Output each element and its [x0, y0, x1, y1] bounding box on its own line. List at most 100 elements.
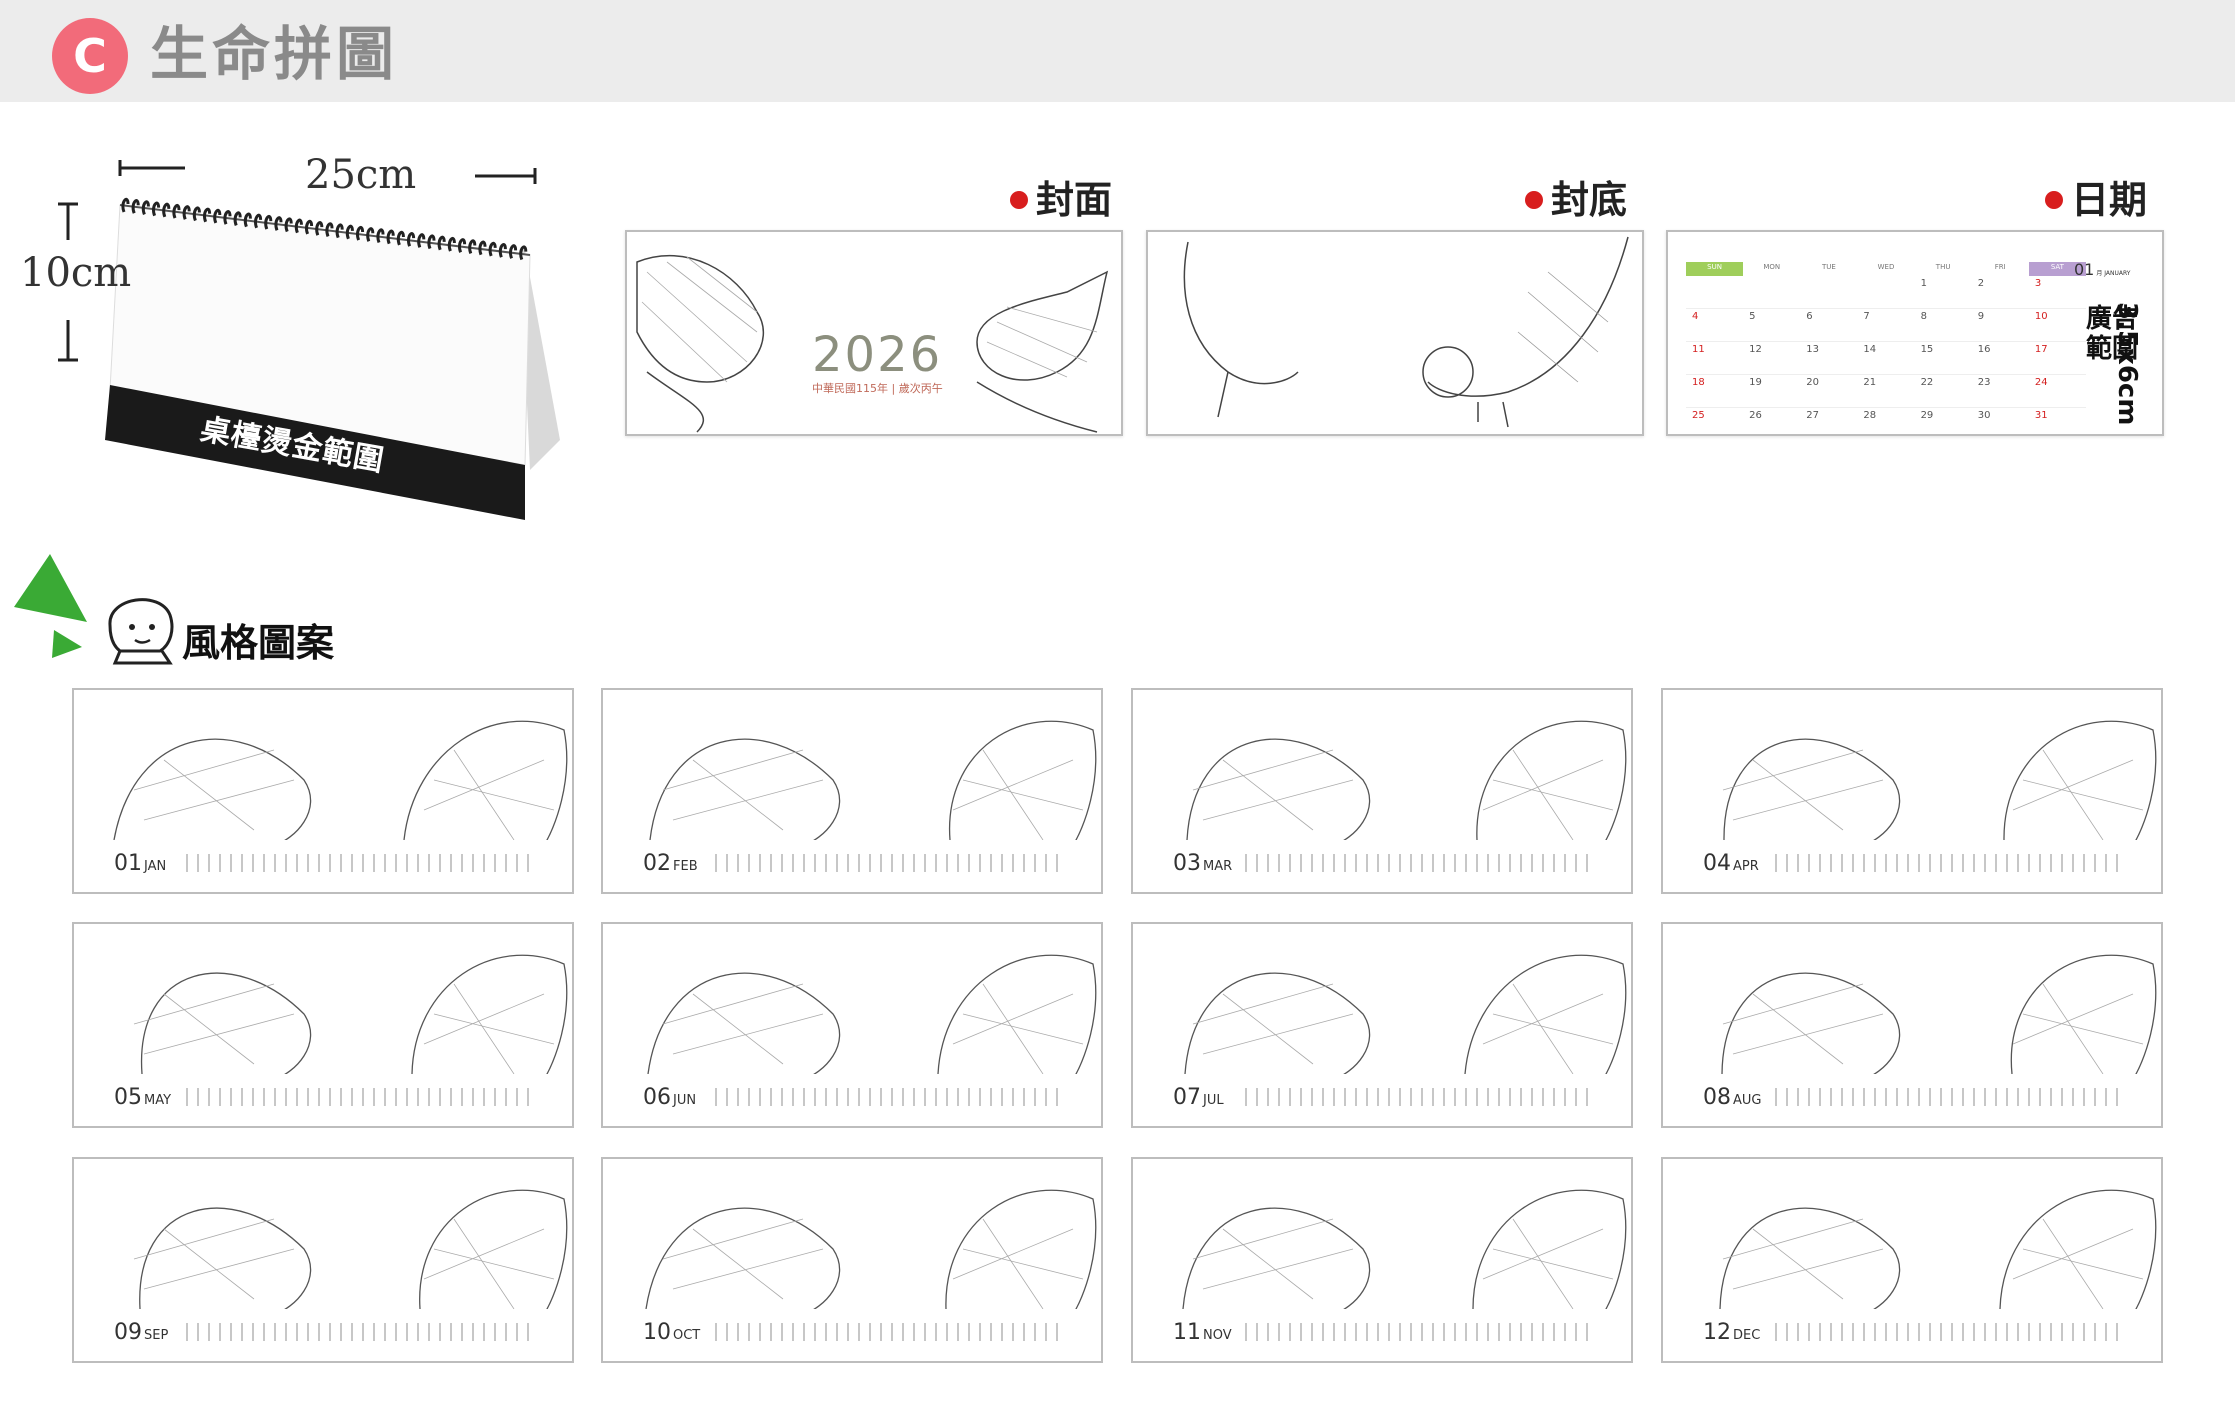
calendar-grid: SUN MON TUE WED THU FRI SAT 1 2 3 4 5 6 7 8 9 10 1…: [1686, 262, 2086, 434]
month-label: 03 MAR: [1173, 851, 1232, 876]
calendar-day: 8: [1914, 308, 1972, 342]
calendar-day: 26: [1743, 407, 1801, 434]
calendar-day: 25: [1686, 407, 1744, 434]
page-header: C 生命拼圖: [0, 0, 2235, 102]
month-panel[interactable]: 02 FEB: [601, 688, 1103, 894]
calendar-day: 9: [1971, 308, 2029, 342]
animal-illustration: [647, 954, 1097, 1074]
month-number: 10: [643, 1320, 671, 1345]
calendar-day: 20: [1800, 374, 1858, 408]
month-abbr: JUL: [1203, 1093, 1224, 1108]
month-abbr: DEC: [1733, 1328, 1761, 1343]
month-number: 02: [643, 851, 671, 876]
day-strip: [186, 1088, 532, 1106]
day-strip: [186, 854, 532, 872]
month-abbr: JUN: [673, 1093, 697, 1108]
month-panel[interactable]: 05 MAY: [72, 922, 574, 1128]
width-dimension: 25cm: [305, 152, 417, 198]
calendar-day: 16: [1971, 341, 2029, 375]
desk-calendar-illustration: 25cm 10cm 桌檯燙金範圍: [20, 140, 580, 540]
day-head: FRI: [1994, 263, 2006, 271]
month-panel[interactable]: 04 APR: [1661, 688, 2163, 894]
calendar-day: 1: [1914, 276, 1972, 309]
day-strip: [1775, 1323, 2121, 1341]
day-strip: [1245, 1088, 1591, 1106]
month-panel[interactable]: 08 AUG: [1661, 922, 2163, 1128]
calendar-day: 11: [1686, 341, 1744, 375]
calendar-day: 6: [1800, 308, 1858, 342]
month-number: 06: [643, 1085, 671, 1110]
animal-illustration: [1719, 1189, 2157, 1309]
animal-illustration: [133, 954, 568, 1074]
calendar-day: 12: [1743, 341, 1801, 375]
calendar-day: 4: [1686, 308, 1744, 342]
month-panel[interactable]: 10 OCT: [601, 1157, 1103, 1363]
calendar-day: [1686, 276, 1744, 309]
day-strip: [186, 1323, 532, 1341]
ad-area-size: 3.5x6cm: [2112, 302, 2142, 426]
calendar-week-row: 4 5 6 7 8 9 10: [1686, 308, 2086, 342]
day-strip: [715, 1323, 1061, 1341]
month-abbr: AUG: [1733, 1093, 1762, 1108]
calendar-day: 14: [1857, 341, 1915, 375]
month-label: 04 APR: [1703, 851, 1759, 876]
calendar-day: 19: [1743, 374, 1801, 408]
day-head: WED: [1877, 263, 1895, 271]
month-abbr: OCT: [673, 1328, 701, 1343]
girl-face-icon: [108, 598, 174, 665]
month-label: 07 JUL: [1173, 1085, 1224, 1110]
calendar-day: 24: [2028, 374, 2086, 408]
date-label: 日期: [2045, 178, 2147, 222]
month-number: 09: [114, 1320, 142, 1345]
calendar-day: [1857, 276, 1915, 309]
day-strip: [1775, 1088, 2121, 1106]
month-label: 12 DEC: [1703, 1320, 1760, 1345]
month-label: 08 AUG: [1703, 1085, 1761, 1110]
month-number: 01: [114, 851, 142, 876]
calendar-week-row: 11 12 13 14 15 16 17: [1686, 341, 2086, 375]
animal-illustration: [1184, 954, 1627, 1074]
month-panel[interactable]: 11 NOV: [1131, 1157, 1633, 1363]
animal-illustration: [1182, 1189, 1627, 1309]
calendar-day: 23: [1971, 374, 2029, 408]
page-title: 生命拼圖: [150, 20, 399, 88]
month-label: 01 JAN: [114, 851, 166, 876]
cover-label: 封面: [1010, 178, 1112, 222]
month-number: 07: [1173, 1085, 1201, 1110]
cover-year-sub: 中華民國115年 | 歲次丙午: [812, 382, 943, 395]
section-badge: C: [52, 18, 128, 94]
calendar-day: 21: [1857, 374, 1915, 408]
month-abbr: NOV: [1203, 1328, 1232, 1343]
animal-illustration: [645, 1189, 1097, 1309]
bird-illustration: [1183, 236, 1629, 428]
style-section-title: 風格圖案: [182, 621, 335, 665]
month-number: 11: [1173, 1320, 1201, 1345]
calendar-day: 22: [1914, 374, 1972, 408]
day-head: SUN: [1686, 262, 1744, 276]
desk-calendar-drawing: [58, 160, 560, 520]
calendar-day: 17: [2028, 341, 2086, 375]
cover-preview[interactable]: 2026 中華民國115年 | 歲次丙午: [625, 230, 1123, 436]
month-panel[interactable]: 07 JUL: [1131, 922, 1633, 1128]
month-panel[interactable]: 01 JAN: [72, 688, 574, 894]
month-abbr: MAY: [144, 1093, 172, 1108]
month-label: 02 FEB: [643, 851, 698, 876]
calendar-day: [1743, 276, 1801, 309]
day-head: TUE: [1821, 263, 1836, 271]
calendar-day: 27: [1800, 407, 1858, 434]
month-panel[interactable]: 03 MAR: [1131, 688, 1633, 894]
month-panel[interactable]: 09 SEP: [72, 1157, 574, 1363]
date-preview[interactable]: SUN MON TUE WED THU FRI SAT 1 2 3 4 5 6 7 8 9 10 1…: [1666, 230, 2164, 436]
red-dot-icon: [1010, 190, 1028, 209]
month-abbr: SEP: [144, 1328, 169, 1343]
calendar-day: 2: [1971, 276, 2029, 309]
animal-illustration: [1186, 720, 1627, 840]
month-label: 09 SEP: [114, 1320, 168, 1345]
month-number: 08: [1703, 1085, 1731, 1110]
month-panel[interactable]: 12 DEC: [1661, 1157, 2163, 1363]
animal-illustration: [1722, 720, 2157, 840]
month-number: 03: [1173, 851, 1201, 876]
month-panel[interactable]: 06 JUN: [601, 922, 1103, 1128]
month-number: 12: [1703, 1320, 1731, 1345]
back-preview[interactable]: [1146, 230, 1644, 436]
